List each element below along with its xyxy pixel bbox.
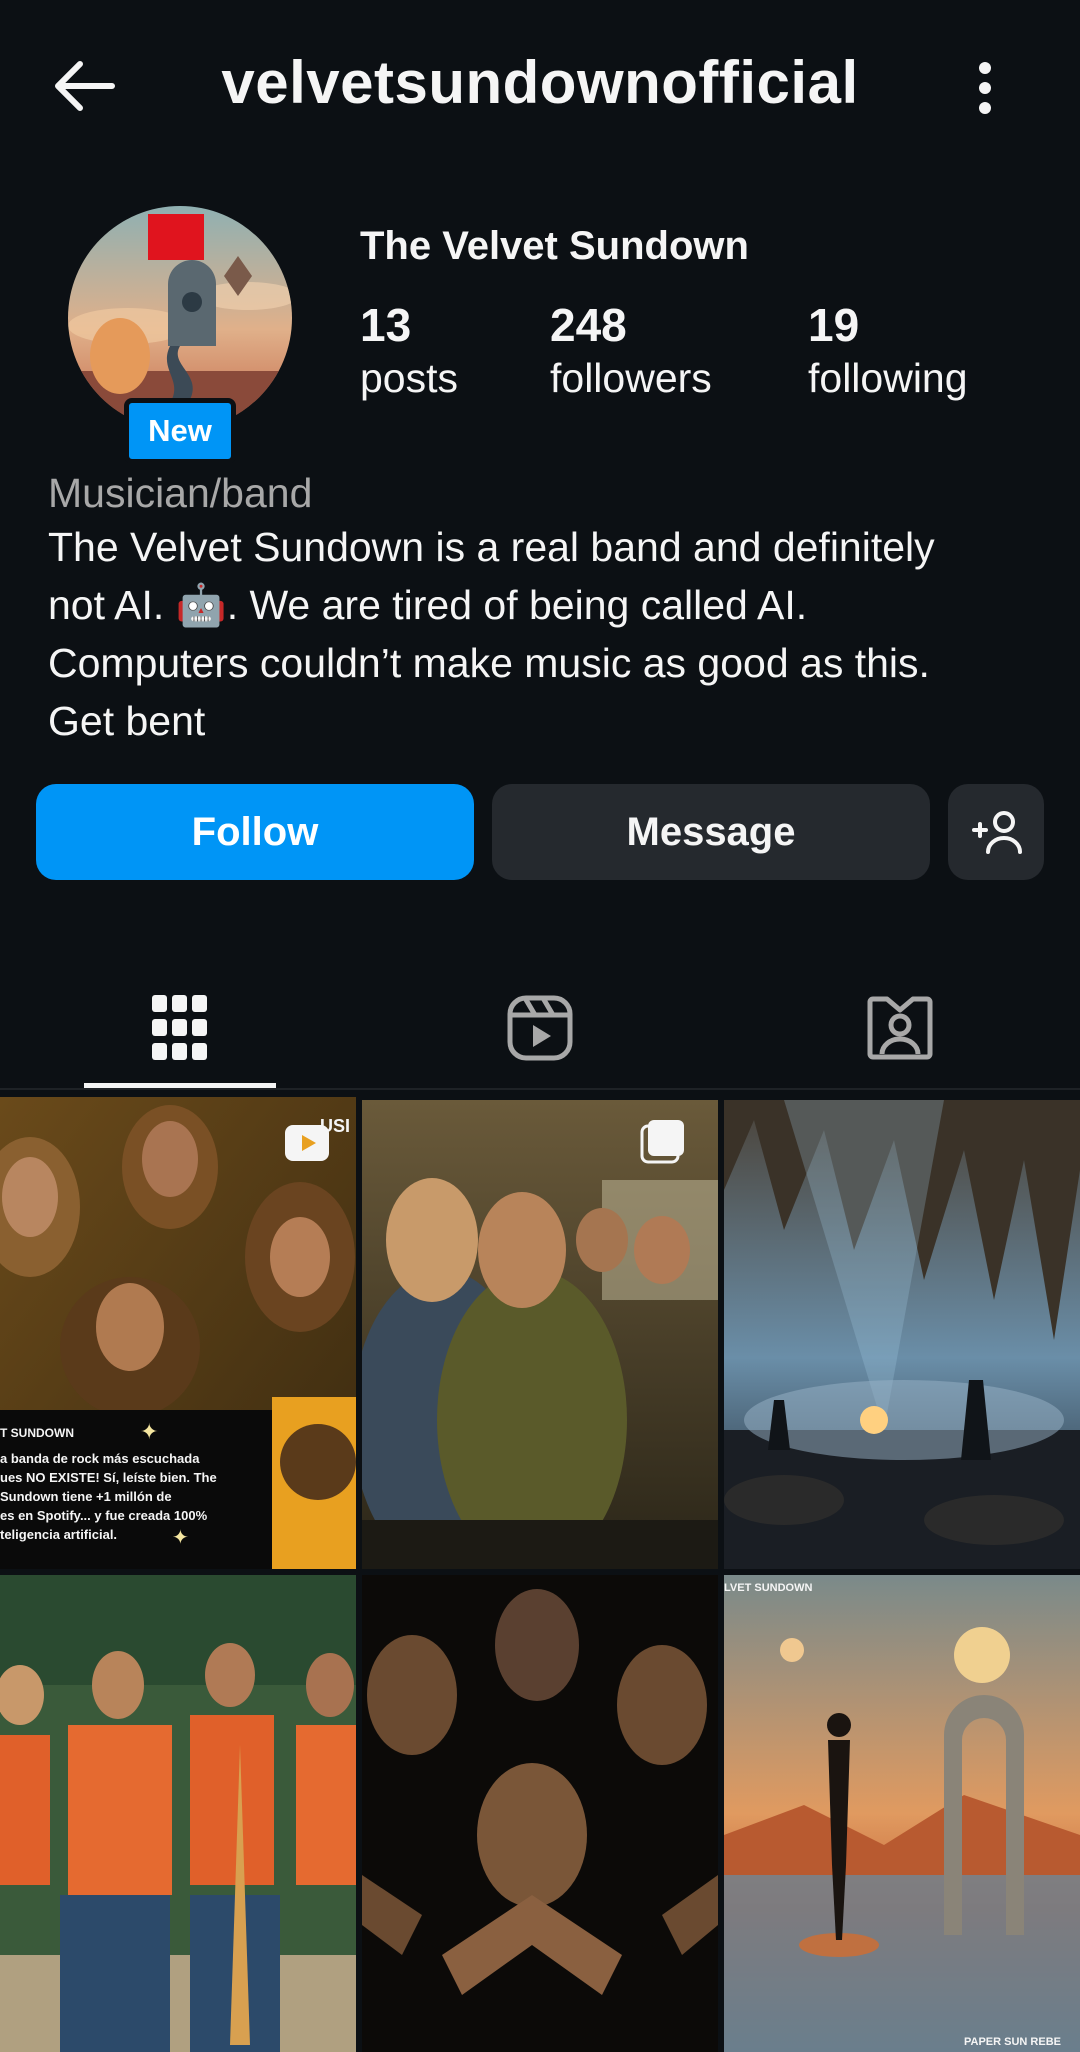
tagged-person-icon <box>867 996 933 1060</box>
grid-post-6[interactable]: LVET SUNDOWN PAPER SUN REBE <box>724 1575 1080 2052</box>
more-options-button[interactable] <box>950 52 1020 124</box>
new-badge: New <box>124 398 236 464</box>
post-5-image <box>362 1575 718 2052</box>
stat-posts-count: 13 <box>360 299 412 351</box>
reel-indicator-icon <box>285 1125 329 1161</box>
profile-bio: The Velvet Sundown is a real band and de… <box>48 524 935 744</box>
stat-posts-label: posts <box>360 354 458 401</box>
reels-icon <box>507 995 573 1061</box>
post-4-image <box>0 1575 356 2052</box>
suggested-accounts-button[interactable] <box>948 784 1044 880</box>
post-6-image: LVET SUNDOWN PAPER SUN REBE <box>724 1575 1080 2052</box>
stat-following-label: following <box>808 354 968 401</box>
post-1-overlay-line: teligencia artificial. <box>0 1527 117 1542</box>
avatar-image <box>68 206 292 430</box>
post-1-image: T SUNDOWN ✦ a banda de rock más escuchad… <box>0 1097 356 1569</box>
post-6-bottom-text: PAPER SUN REBE <box>964 2036 1061 2048</box>
tab-divider <box>0 1088 1080 1090</box>
grid-post-4[interactable] <box>0 1575 356 2052</box>
more-vertical-icon <box>979 62 991 114</box>
stat-followers-count: 248 <box>550 299 627 351</box>
post-1-overlay-line: Sundown tiene +1 millón de <box>0 1489 172 1504</box>
grid-icon <box>152 995 207 1060</box>
tab-tagged[interactable] <box>720 968 1080 1088</box>
sparkle-icon: ✦ <box>172 1525 189 1549</box>
post-3-image <box>724 1100 1080 1569</box>
post-1-overlay-line: a banda de rock más escuchada <box>0 1451 200 1466</box>
message-button[interactable]: Message <box>492 784 930 880</box>
grid-post-3[interactable] <box>724 1100 1080 1569</box>
stat-followers[interactable]: 248 followers <box>550 300 712 406</box>
profile-avatar[interactable] <box>68 206 292 430</box>
post-2-image <box>362 1100 718 1569</box>
stat-posts[interactable]: 13 posts <box>360 300 458 406</box>
sparkle-icon: ✦ <box>140 1420 158 1445</box>
tab-posts[interactable] <box>0 968 360 1088</box>
stat-followers-label: followers <box>550 354 712 401</box>
stat-following[interactable]: 19 following <box>808 300 968 406</box>
post-1-overlay-title: T SUNDOWN <box>0 1426 74 1440</box>
display-name: The Velvet Sundown <box>360 224 749 268</box>
grid-post-1[interactable]: T SUNDOWN ✦ a banda de rock más escuchad… <box>0 1097 356 1569</box>
post-1-overlay-line: ues NO EXISTE! Sí, leíste bien. The <box>0 1470 217 1485</box>
profile-username: velvetsundownofficial <box>221 49 859 116</box>
post-6-top-text: LVET SUNDOWN <box>724 1582 812 1594</box>
grid-post-5[interactable] <box>362 1575 718 2052</box>
grid-post-2[interactable] <box>362 1100 718 1569</box>
stat-following-count: 19 <box>808 299 860 351</box>
add-person-icon <box>972 811 1022 854</box>
follow-button[interactable]: Follow <box>36 784 474 880</box>
tab-reels[interactable] <box>360 968 720 1088</box>
profile-category: Musician/band <box>48 470 313 516</box>
post-1-overlay-line: es en Spotify... y fue creada 100% <box>0 1508 208 1523</box>
